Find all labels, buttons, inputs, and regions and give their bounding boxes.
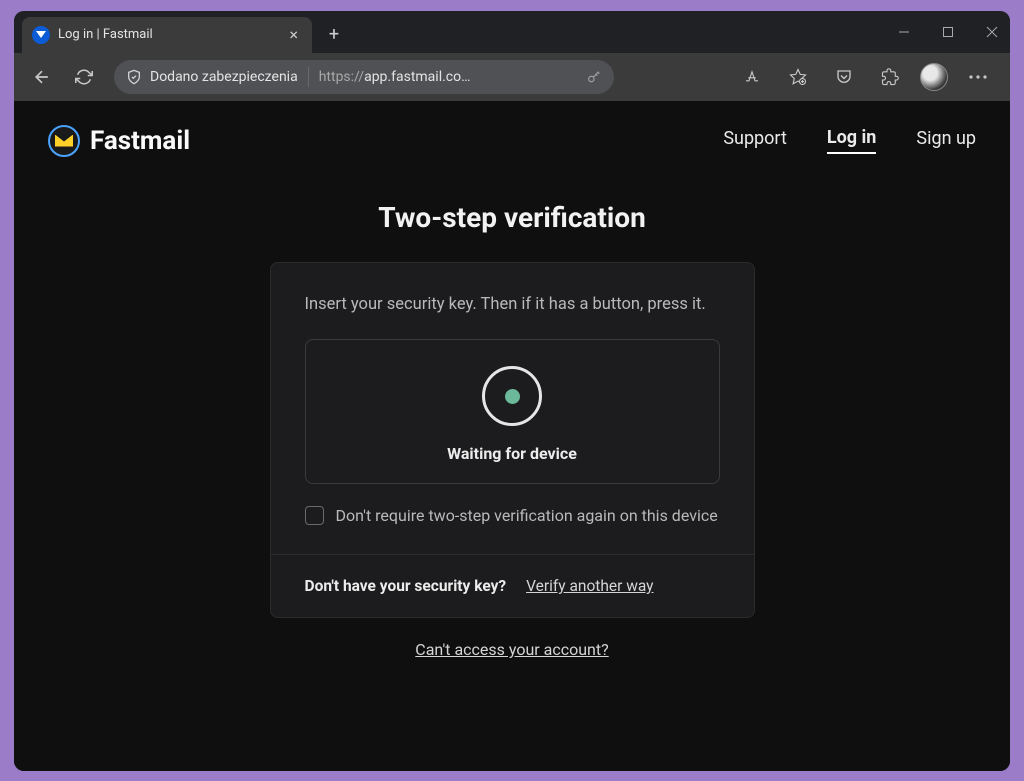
maximize-icon[interactable] (940, 24, 956, 40)
remember-device-row: Don't require two-step verification agai… (305, 504, 720, 528)
back-button[interactable] (24, 59, 60, 95)
waiting-text: Waiting for device (447, 444, 577, 463)
fastmail-logo[interactable]: Fastmail (48, 125, 190, 157)
tab-title: Log in | Fastmail (58, 27, 277, 42)
separator (308, 67, 309, 87)
browser-tab[interactable]: Log in | Fastmail × (22, 17, 312, 53)
favorites-icon[interactable] (782, 61, 814, 93)
pocket-icon[interactable] (828, 61, 860, 93)
nav-signup[interactable]: Sign up (916, 128, 976, 153)
more-icon[interactable] (962, 61, 994, 93)
close-window-icon[interactable] (984, 24, 1000, 40)
verification-card: Insert your security key. Then if it has… (270, 262, 755, 619)
profile-avatar[interactable] (920, 63, 948, 91)
fastmail-favicon (32, 26, 50, 44)
url-box[interactable]: Dodano zabezpieczenia https://app.fastma… (114, 60, 614, 94)
nav-login[interactable]: Log in (827, 127, 877, 154)
card-footer: Don't have your security key? Verify ano… (271, 554, 754, 617)
security-label: Dodano zabezpieczenia (150, 69, 298, 85)
site-security[interactable]: Dodano zabezpieczenia (126, 69, 298, 85)
verify-another-way-link[interactable]: Verify another way (526, 577, 653, 595)
extensions-icon[interactable] (874, 61, 906, 93)
device-wait-box: Waiting for device (305, 339, 720, 484)
page-title: Two-step verification (378, 201, 646, 234)
address-bar: Dodano zabezpieczenia https://app.fastma… (14, 53, 1010, 101)
nav-support[interactable]: Support (723, 128, 787, 153)
main-area: Two-step verification Insert your securi… (14, 181, 1010, 660)
window-controls (896, 11, 1000, 53)
brand-name: Fastmail (90, 126, 190, 156)
minimize-icon[interactable] (896, 24, 912, 40)
read-aloud-icon[interactable] (736, 61, 768, 93)
new-tab-button[interactable]: + (318, 19, 350, 51)
remember-device-checkbox[interactable] (305, 506, 324, 525)
refresh-button[interactable] (66, 59, 102, 95)
instruction-text: Insert your security key. Then if it has… (305, 293, 720, 318)
page-header: Fastmail Support Log in Sign up (14, 101, 1010, 181)
key-icon[interactable] (586, 69, 602, 85)
fastmail-logo-icon (48, 125, 80, 157)
remember-device-label[interactable]: Don't require two-step verification agai… (336, 504, 718, 528)
browser-titlebar: Log in | Fastmail × + (14, 11, 1010, 53)
footer-question: Don't have your security key? (305, 577, 507, 595)
header-nav: Support Log in Sign up (723, 127, 976, 154)
cant-access-account-link[interactable]: Can't access your account? (415, 640, 608, 659)
url-text: https://app.fastmail.co… (319, 69, 471, 85)
browser-window: Log in | Fastmail × + Dodano zabezpi (14, 11, 1010, 771)
close-tab-icon[interactable]: × (285, 25, 302, 44)
spinner-icon (482, 366, 542, 426)
page-content: Fastmail Support Log in Sign up Two-step… (14, 101, 1010, 771)
